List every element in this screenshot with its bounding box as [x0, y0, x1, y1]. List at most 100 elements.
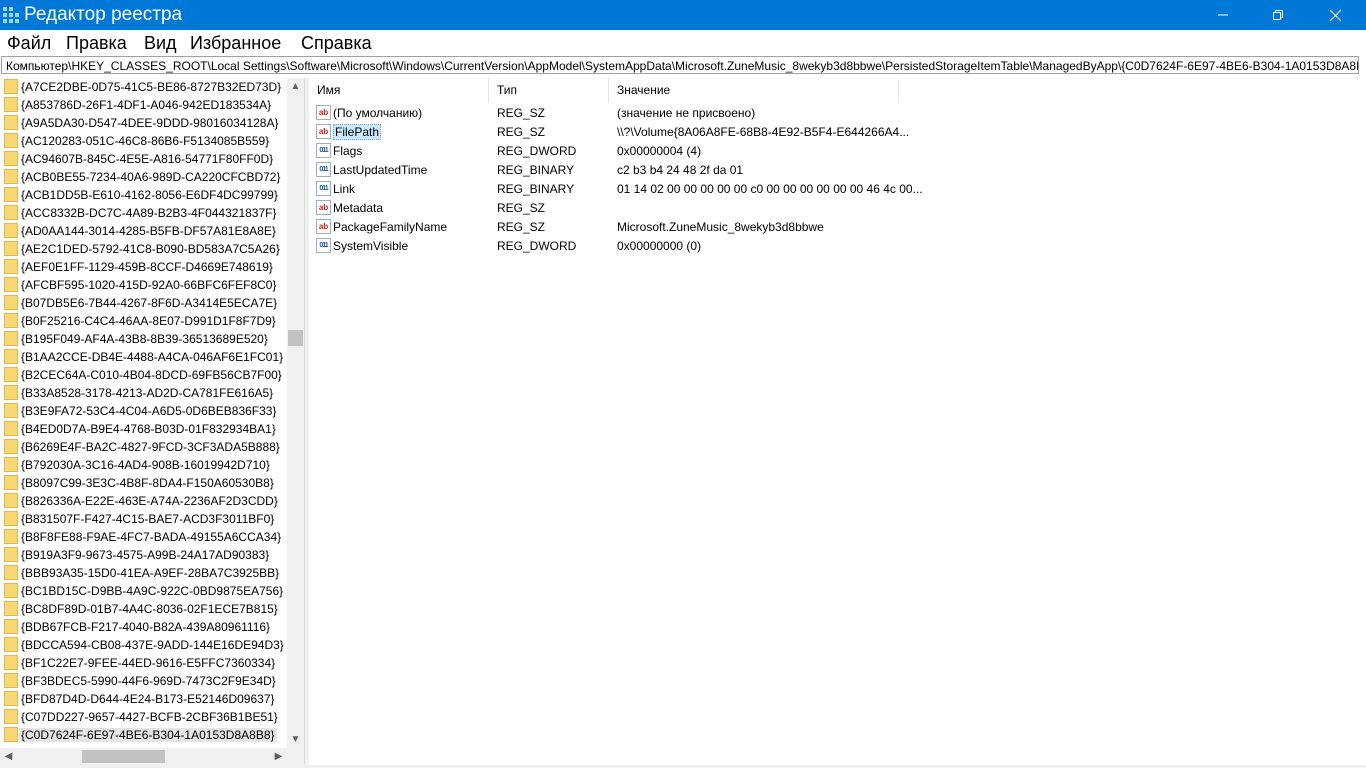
horizontal-scroll-thumb[interactable]: [82, 750, 165, 763]
tree-vertical-scrollbar[interactable]: ▲ ▼: [287, 78, 304, 748]
tree-item[interactable]: {AC120283-051C-46C8-86B6-F5134085B559}: [0, 132, 287, 150]
list-row[interactable]: 011 Flags REG_DWORD 0x00000004 (4): [309, 141, 1209, 160]
tree-item-label: {B2CEC64A-C010-4B04-8DCD-69FB56CB7F00}: [21, 368, 282, 382]
tree-item[interactable]: {A7CE2DBE-0D75-41C5-BE86-8727B32ED73D}: [0, 78, 287, 96]
tree-item-label: {BDCCA594-CB08-437E-9ADD-144E16DE94D3}: [21, 638, 284, 652]
tree-item[interactable]: {B826336A-E22E-463E-A74A-2236AF2D3CDD}: [0, 492, 287, 510]
tree-item-label: {B33A8528-3178-4213-AD2D-CA781FE616A5}: [21, 386, 274, 400]
value-name: Metadata: [333, 201, 384, 215]
list-row[interactable]: ab Metadata REG_SZ: [309, 198, 1209, 217]
tree-item[interactable]: {B4ED0D7A-B9E4-4768-B03D-01F832934BA1}: [0, 420, 287, 438]
tree-item[interactable]: {B33A8528-3178-4213-AD2D-CA781FE616A5}: [0, 384, 287, 402]
folder-icon: [4, 619, 18, 634]
tree-item-label: {B919A3F9-9673-4575-A99B-24A17AD90383}: [21, 548, 270, 562]
list-row[interactable]: ab (По умолчанию) REG_SZ (значение не присв…: [309, 103, 1209, 122]
tree-item[interactable]: {AEF0E1FF-1129-459B-8CCF-D4669E748619}: [0, 258, 287, 276]
tree-item[interactable]: {ACB0BE55-7234-40A6-989D-CA220CFCBD72}: [0, 168, 287, 186]
list-row[interactable]: 011 SystemVisible REG_DWORD 0x00000000 (0): [309, 236, 1209, 255]
folder-icon: [4, 97, 18, 112]
scroll-up-arrow-icon[interactable]: ▲: [287, 78, 304, 95]
folder-icon: [4, 169, 18, 184]
tree-item-label: {AD0AA144-3014-4285-B5FB-DF57A81E8A8E}: [21, 224, 276, 238]
menu-help[interactable]: Справка: [301, 33, 372, 53]
tree-item[interactable]: {BDCCA594-CB08-437E-9ADD-144E16DE94D3}: [0, 636, 287, 654]
menu-file[interactable]: Файл: [7, 33, 51, 53]
tree-item-label: {B1AA2CCE-DB4E-4488-A4CA-046AF6E1FC01}: [21, 350, 284, 364]
tree-item[interactable]: {BBB93A35-15D0-41EA-A9EF-28BA7C3925BB}: [0, 564, 287, 582]
string-value-icon: ab: [316, 200, 331, 215]
tree-item[interactable]: {AE2C1DED-5792-41C8-B090-BD583A7C5A26}: [0, 240, 287, 258]
title-bar[interactable]: Редактор реестра: [0, 0, 1366, 30]
scroll-left-arrow-icon[interactable]: ◀: [0, 748, 17, 765]
tree-item[interactable]: {BC8DF89D-01B7-4A4C-8036-02F1ECE7B815}: [0, 600, 287, 618]
list-row[interactable]: ab FilePath REG_SZ \\?\Volume{8A06A8FE-68B8…: [309, 122, 1209, 141]
minimize-button[interactable]: [1200, 0, 1246, 30]
tree-item[interactable]: {B0F25216-C4C4-46AA-8E07-D991D1F8F7D9}: [0, 312, 287, 330]
address-bar[interactable]: Компьютер\HKEY_CLASSES_ROOT\Local Settin…: [1, 56, 1359, 74]
tree-item[interactable]: {B919A3F9-9673-4575-A99B-24A17AD90383}: [0, 546, 287, 564]
tree-item[interactable]: {B1AA2CCE-DB4E-4488-A4CA-046AF6E1FC01}: [0, 348, 287, 366]
folder-icon: [4, 331, 18, 346]
tree-item[interactable]: {BC1BD15C-D9BB-4A9C-922C-0BD9875EA756}: [0, 582, 287, 600]
menu-edit[interactable]: Правка: [66, 33, 127, 53]
value-type: REG_SZ: [497, 106, 546, 120]
tree-item[interactable]: {B8097C99-3E3C-4B8F-8DA4-F150A60530B8}: [0, 474, 287, 492]
tree-item[interactable]: {BFD87D4D-D644-4E24-B173-E52146D09637}: [0, 690, 287, 708]
tree-item[interactable]: {BDB67FCB-F217-4040-B82A-439A80961116}: [0, 618, 287, 636]
tree-item[interactable]: {ACB1DD5B-E610-4162-8056-E6DF4DC99799}: [0, 186, 287, 204]
close-button[interactable]: [1312, 0, 1358, 30]
tree-item-label: {A7CE2DBE-0D75-41C5-BE86-8727B32ED73D}: [21, 80, 282, 94]
tree-item[interactable]: {A853786D-26F1-4DF1-A046-942ED183534A}: [0, 96, 287, 114]
tree-item[interactable]: {C0D7624F-6E97-4BE6-B304-1A0153D8A8B8}: [0, 726, 287, 744]
tree-item[interactable]: {B2CEC64A-C010-4B04-8DCD-69FB56CB7F00}: [0, 366, 287, 384]
tree-horizontal-scrollbar[interactable]: ◀ ▶: [0, 748, 287, 765]
tree-item[interactable]: {B8F8FE88-F9AE-4FC7-BADA-49155A6CCA34}: [0, 528, 287, 546]
tree-item[interactable]: {ACC8332B-DC7C-4A89-B2B3-4F044321837F}: [0, 204, 287, 222]
value-data: c2 b3 b4 24 48 2f da 01: [617, 163, 744, 177]
value-type: REG_BINARY: [497, 182, 575, 196]
vertical-scroll-thumb[interactable]: [288, 330, 303, 346]
column-name[interactable]: Имя: [309, 78, 489, 103]
column-value[interactable]: Значение: [609, 78, 899, 103]
list-row[interactable]: ab PackageFamilyName REG_SZ Microsoft.ZuneM…: [309, 217, 1209, 236]
tree-item[interactable]: {AFCBF595-1020-415D-92A0-66BFC6FEF8C0}: [0, 276, 287, 294]
folder-icon: [4, 151, 18, 166]
folder-icon: [4, 115, 18, 130]
tree-item[interactable]: {B07DB5E6-7B44-4267-8F6D-A3414E5ECA7E}: [0, 294, 287, 312]
binary-value-icon: 011: [316, 238, 331, 253]
tree-item[interactable]: {BF3BDEC5-5990-44F6-969D-7473C2F9E34D}: [0, 672, 287, 690]
tree-item-label: {B3E9FA72-53C4-4C04-A6D5-0D6BEB836F33}: [21, 404, 277, 418]
tree-item[interactable]: {BF1C22E7-9FEE-44ED-9616-E5FFC7360334}: [0, 654, 287, 672]
tree-item-label: {AC94607B-845C-4E5E-A816-54771F80FF0D}: [21, 152, 274, 166]
string-value-icon: ab: [316, 219, 331, 234]
window-title: Редактор реестра: [24, 4, 183, 25]
tree-item[interactable]: {B195F049-AF4A-43B8-8B39-36513689E520}: [0, 330, 287, 348]
value-name: Link: [333, 182, 356, 196]
folder-icon: [4, 313, 18, 328]
menu-favorites[interactable]: Избранное: [190, 33, 281, 53]
list-row[interactable]: 011 LastUpdatedTime REG_BINARY c2 b3 b4 24 …: [309, 160, 1209, 179]
value-type: REG_SZ: [497, 125, 546, 139]
menu-view[interactable]: Вид: [144, 33, 177, 53]
folder-icon: [4, 403, 18, 418]
tree-item[interactable]: {AC94607B-845C-4E5E-A816-54771F80FF0D}: [0, 150, 287, 168]
menu-bar: Файл Правка Вид Избранное Справка: [0, 30, 1366, 55]
scroll-right-arrow-icon[interactable]: ▶: [270, 748, 287, 765]
list-row[interactable]: 011 Link REG_BINARY 01 14 02 00 00 00 00 00…: [309, 179, 1209, 198]
folder-icon: [4, 133, 18, 148]
folder-icon: [4, 691, 18, 706]
registry-tree[interactable]: {A7CE2DBE-0D75-41C5-BE86-8727B32ED73D} {A…: [0, 78, 287, 748]
tree-item[interactable]: {B3E9FA72-53C4-4C04-A6D5-0D6BEB836F33}: [0, 402, 287, 420]
tree-item[interactable]: {A9A5DA30-D547-4DEE-9DDD-98016034128A}: [0, 114, 287, 132]
tree-item[interactable]: {AD0AA144-3014-4285-B5FB-DF57A81E8A8E}: [0, 222, 287, 240]
scroll-down-arrow-icon[interactable]: ▼: [287, 731, 304, 748]
tree-item[interactable]: {B831507F-F427-4C15-BAE7-ACD3F3011BF0}: [0, 510, 287, 528]
tree-item[interactable]: {B792030A-3C16-4AD4-908B-16019942D710}: [0, 456, 287, 474]
restore-button[interactable]: [1255, 0, 1301, 30]
tree-item-label: {BF1C22E7-9FEE-44ED-9616-E5FFC7360334}: [21, 656, 276, 670]
column-type[interactable]: Тип: [489, 78, 609, 103]
tree-item[interactable]: {C07DD227-9657-4427-BCFB-2CBF36B1BE51}: [0, 708, 287, 726]
scrollbar-corner: [287, 748, 304, 765]
binary-value-icon: 011: [316, 181, 331, 196]
tree-item[interactable]: {B6269E4F-BA2C-4827-9FCD-3CF3ADA5B888}: [0, 438, 287, 456]
